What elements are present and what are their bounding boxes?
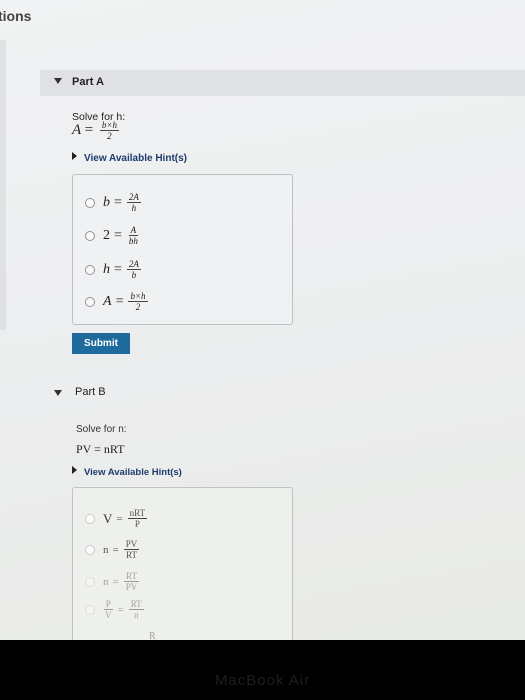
choice-equals: = [116, 512, 123, 525]
caret-right-icon [72, 152, 77, 160]
choice-equals: = [115, 293, 124, 309]
equation-lhs: A [72, 121, 81, 138]
equation-fraction: b×h 2 [99, 120, 119, 141]
choice-lhs: 2 [103, 227, 110, 243]
choice-fraction: b×h 2 [128, 291, 148, 312]
choice-option[interactable]: b = 2A h [85, 192, 141, 213]
fraction-numerator: 2A [126, 259, 141, 270]
part-b-hint-toggle[interactable]: View Available Hint(s) [72, 466, 182, 478]
part-b-choices: V = nRT P n = PV RT n = RT PV P V = RT n… [72, 487, 293, 640]
choice-option[interactable]: P V = RT n [85, 599, 144, 620]
fraction-numerator: nRT [127, 508, 148, 519]
device-brand-logo: MacBook Air [214, 672, 311, 689]
fraction-numerator: 2A [126, 192, 141, 203]
equation-equals: = [84, 121, 94, 138]
part-b-title: Part B [75, 386, 106, 398]
part-a-choices: b = 2A h 2 = A bh h = 2A b A = b×h 2 [72, 174, 293, 325]
fraction-numerator: RT [123, 571, 139, 582]
fraction-denominator: 2 [107, 131, 112, 141]
radio-button[interactable] [85, 264, 95, 275]
choice-equals: = [114, 194, 122, 210]
choice-lhs: V [103, 510, 113, 526]
part-a-equation: A = b×h 2 [72, 120, 119, 141]
hint-label: View Available Hint(s) [84, 467, 182, 478]
part-a-hint-toggle[interactable]: View Available Hint(s) [72, 152, 187, 164]
choice-equals: = [112, 575, 119, 588]
choice-fraction: PV RT [123, 539, 140, 560]
part-a-header[interactable]: Part A [40, 70, 525, 96]
fraction-denominator: h [131, 203, 137, 213]
fraction-numerator: b×h [128, 291, 148, 302]
part-a-title: Part A [72, 76, 104, 88]
radio-button[interactable] [85, 544, 95, 555]
radio-button[interactable] [85, 296, 95, 307]
choice-option[interactable]: h = 2A b [85, 259, 141, 280]
cut-off-text: R [149, 631, 156, 640]
choice-lhs-fraction: P V [103, 599, 114, 620]
fraction-denominator: bh [128, 236, 138, 246]
radio-button[interactable] [85, 576, 95, 587]
choice-option[interactable]: n = RT PV [85, 571, 139, 592]
fraction-denominator: V [105, 610, 112, 620]
fraction-denominator: PV [125, 582, 138, 592]
choice-lhs: n [103, 575, 109, 588]
choice-equals: = [114, 227, 122, 243]
browser-screen: tions Part A Solve for h: A = b×h 2 View… [0, 0, 525, 640]
choice-option[interactable]: V = nRT P [85, 508, 148, 529]
fraction-numerator: RT [128, 599, 144, 610]
submit-button[interactable]: Submit [72, 333, 130, 354]
choice-fraction: A bh [127, 225, 140, 246]
caret-right-icon [72, 466, 77, 474]
choice-lhs: b [103, 194, 110, 210]
radio-button[interactable] [85, 230, 95, 241]
fraction-denominator: b [131, 270, 137, 280]
choice-equals: = [117, 603, 124, 616]
fraction-numerator: b×h [99, 120, 119, 131]
radio-button[interactable] [85, 604, 95, 615]
fraction-numerator: P [103, 599, 113, 610]
part-b-equation: PV = nRT [76, 442, 125, 456]
part-b-header[interactable]: Part B [40, 382, 525, 408]
choice-lhs: h [103, 261, 110, 277]
choice-option[interactable]: 2 = A bh [85, 225, 140, 246]
left-sidebar-strip [0, 40, 6, 330]
choice-option[interactable]: A = b×h 2 [85, 291, 148, 312]
part-b-prompt: Solve for n: [76, 424, 127, 435]
choice-fraction: RT n [128, 599, 144, 620]
caret-down-icon[interactable] [54, 390, 62, 396]
fraction-denominator: 2 [135, 302, 141, 312]
choice-fraction: nRT P [127, 508, 148, 529]
hint-label: View Available Hint(s) [84, 153, 187, 164]
fraction-denominator: RT [125, 550, 137, 560]
fraction-numerator: PV [123, 539, 140, 550]
fraction-denominator: n [133, 610, 139, 620]
laptop-bezel [0, 640, 525, 700]
caret-down-icon[interactable] [54, 78, 62, 84]
choice-equals: = [112, 543, 119, 556]
choice-lhs: n [103, 543, 109, 556]
choice-option[interactable]: n = PV RT [85, 539, 140, 560]
choice-lhs: A [103, 293, 112, 309]
choice-equals: = [114, 261, 122, 277]
choice-fraction: 2A h [126, 192, 141, 213]
choice-fraction: RT PV [123, 571, 140, 592]
radio-button[interactable] [85, 513, 95, 524]
fraction-numerator: A [128, 225, 139, 236]
fraction-denominator: P [134, 519, 140, 529]
choice-fraction: 2A b [126, 259, 141, 280]
radio-button[interactable] [85, 197, 95, 208]
page-heading: tions [0, 8, 32, 24]
